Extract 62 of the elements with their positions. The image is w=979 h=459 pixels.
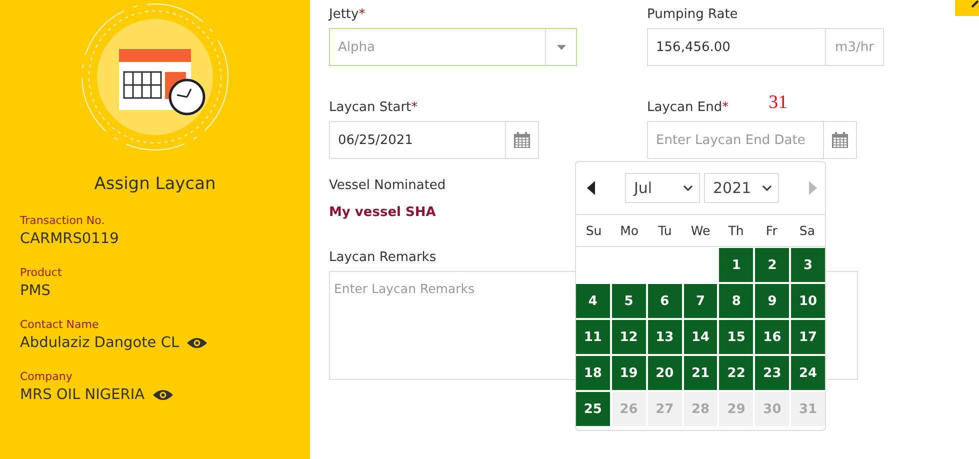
field-label: Laycan End* (647, 99, 729, 117)
detail-value: PMS (20, 283, 50, 299)
day-cell[interactable]: 23 (755, 356, 790, 390)
year-select[interactable]: 2021 (704, 173, 779, 203)
calendar-icon[interactable] (832, 132, 848, 148)
day-cell[interactable]: 20 (648, 356, 682, 390)
day-cell[interactable]: 4 (576, 284, 610, 318)
day-cell[interactable]: 13 (648, 320, 682, 354)
detail-value: MRS OIL NIGERIA (20, 387, 145, 403)
unit-label: m3/hr (825, 29, 883, 65)
day-cell[interactable]: 25 (576, 392, 610, 426)
weekday-label: We (690, 223, 712, 238)
weekday-label: Th (727, 223, 745, 238)
chevron-down-icon (762, 185, 772, 191)
detail-value: CARMRS0119 (20, 231, 119, 247)
day-cell[interactable]: 24 (791, 356, 825, 390)
pumping-rate-field[interactable]: 156,456.00 m3/hr (647, 28, 884, 66)
day-cell[interactable]: 9 (755, 284, 790, 318)
panel-title: Assign Laycan (93, 174, 217, 194)
field-label: Laycan Remarks (329, 249, 436, 267)
field-label: Vessel Nominated (329, 177, 446, 195)
detail-label: Company (20, 370, 74, 383)
day-cell[interactable]: 6 (648, 284, 682, 318)
detail-label: Contact Name (20, 318, 100, 331)
detail-label: Product (20, 266, 63, 279)
day-cell[interactable]: 8 (719, 284, 754, 318)
day-cell[interactable]: 10 (791, 284, 825, 318)
weekday-label: Tu (657, 223, 673, 238)
weekday-label: Sa (798, 223, 816, 238)
annotation-number: 31 (768, 93, 788, 113)
day-cell[interactable]: 21 (684, 356, 718, 390)
eye-icon[interactable] (152, 389, 173, 401)
day-cell[interactable]: 3 (791, 248, 825, 282)
day-cell[interactable]: 18 (576, 356, 610, 390)
vessel-name: My vessel SHA (329, 205, 437, 220)
day-cell[interactable]: 7 (684, 284, 718, 318)
day-cell[interactable]: 22 (719, 356, 754, 390)
field-label: Laycan Start* (329, 99, 418, 117)
weekday-label: Su (584, 223, 603, 238)
day-cell[interactable]: 11 (576, 320, 610, 354)
weekday-label: Mo (619, 223, 640, 238)
day-cell[interactable]: 1 (719, 248, 754, 282)
day-cell[interactable]: 16 (755, 320, 790, 354)
eye-icon[interactable] (187, 337, 208, 349)
calendar-icon[interactable] (514, 132, 530, 148)
corner-button[interactable] (955, 0, 979, 16)
day-cell[interactable]: 12 (612, 320, 646, 354)
day-cell[interactable]: 2 (755, 248, 790, 282)
detail-value: Abdulaziz Dangote CL (20, 335, 180, 351)
chevron-down-icon (683, 185, 693, 191)
detail-label: Transaction No. (20, 214, 106, 227)
caret-down-icon (556, 44, 566, 50)
month-select[interactable]: Jul (625, 173, 700, 203)
day-cell[interactable]: 5 (612, 284, 646, 318)
day-cell[interactable]: 17 (791, 320, 825, 354)
day-cell[interactable]: 14 (684, 320, 718, 354)
field-label: Jetty* (329, 6, 366, 24)
day-cell[interactable]: 15 (719, 320, 754, 354)
field-label: Pumping Rate (647, 6, 738, 24)
day-cell[interactable]: 19 (612, 356, 646, 390)
laycan-start-field[interactable]: 06/25/2021 (329, 121, 539, 159)
weekday-label: Fr (764, 223, 778, 238)
